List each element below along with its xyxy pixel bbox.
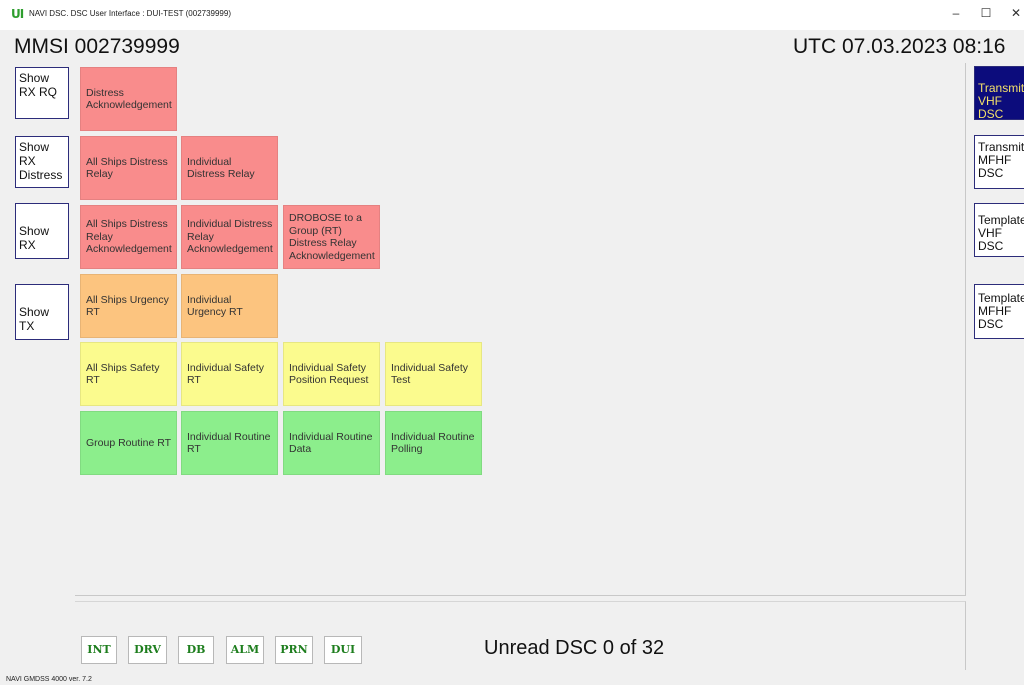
individual-safety-position-tile[interactable]: Individual Safety Position Request <box>283 342 380 406</box>
show-rx-rq-button[interactable]: Show RX RQ <box>15 67 69 119</box>
prn-button[interactable]: PRN <box>275 636 313 664</box>
all-ships-distress-relay-tile[interactable]: All Ships Distress Relay <box>80 136 177 200</box>
app-logo-icon: UI <box>11 7 24 21</box>
tile-label: Individual Safety RT <box>187 361 265 387</box>
tile-label: All Ships Urgency RT <box>86 293 169 319</box>
maximize-icon[interactable]: ☐ <box>976 6 996 20</box>
tile-label: Individual Safety Test <box>391 361 469 387</box>
tile-label: Individual Distress Relay Acknowledgemen… <box>187 218 273 256</box>
group-routine-tile[interactable]: Group Routine RT <box>80 411 177 475</box>
individual-routine-polling-tile[interactable]: Individual Routine Polling <box>385 411 482 475</box>
tile-label: Individual Routine Polling <box>391 430 475 456</box>
utc-clock: UTC 07.03.2023 08:16 <box>793 35 1006 58</box>
close-icon[interactable]: ✕ <box>1006 6 1024 20</box>
header: MMSI 002739999 UTC 07.03.2023 08:16 <box>0 30 1024 64</box>
template-mfhf-dsc-button[interactable]: Template MFHF DSC <box>974 284 1024 339</box>
drv-button[interactable]: DRV <box>128 636 167 664</box>
distress-acknowledgement-tile[interactable]: Distress Acknowledgement <box>80 67 177 131</box>
alm-button[interactable]: ALM <box>226 636 264 664</box>
title-bar: UI NAVI DSC. DSC User Interface : DUI-TE… <box>0 0 1024 30</box>
dui-button[interactable]: DUI <box>324 636 362 664</box>
int-button[interactable]: INT <box>81 636 117 664</box>
individual-safety-tile[interactable]: Individual Safety RT <box>181 342 278 406</box>
mmsi-display: MMSI 002739999 <box>14 35 180 58</box>
tile-label: Distress Acknowledgement <box>86 86 172 112</box>
tile-label: DROBOSE to a Group (RT) Distress Relay A… <box>289 212 375 262</box>
individual-safety-test-tile[interactable]: Individual Safety Test <box>385 342 482 406</box>
show-rx-button[interactable]: Show RX <box>15 203 69 259</box>
all-ships-distress-relay-ack-tile[interactable]: All Ships Distress Relay Acknowledgement <box>80 205 177 269</box>
drobose-group-tile[interactable]: DROBOSE to a Group (RT) Distress Relay A… <box>283 205 380 269</box>
tile-label: Individual Urgency RT <box>187 293 243 319</box>
individual-routine-tile[interactable]: Individual Routine RT <box>181 411 278 475</box>
tile-label: All Ships Distress Relay Acknowledgement <box>86 218 172 256</box>
individual-distress-relay-ack-tile[interactable]: Individual Distress Relay Acknowledgemen… <box>181 205 278 269</box>
unread-dsc-counter: Unread DSC 0 of 32 <box>484 637 665 659</box>
tile-label: Group Routine RT <box>86 436 172 449</box>
tile-label: Individual Safety Position Request <box>289 361 369 387</box>
transmit-vhf-dsc-button[interactable]: Transmit VHF DSC <box>974 66 1024 120</box>
minimize-icon[interactable]: – <box>946 6 966 20</box>
tile-label: Individual Routine Data <box>289 430 373 456</box>
template-vhf-dsc-button[interactable]: Template VHF DSC <box>974 203 1024 257</box>
window-title: NAVI DSC. DSC User Interface : DUI-TEST … <box>29 9 231 18</box>
tile-label: Individual Distress Relay <box>187 155 255 181</box>
version-label: NAVI GMDSS 4000 ver. 7.2 <box>6 676 92 683</box>
tile-label: Individual Routine RT <box>187 430 271 456</box>
tile-label: All Ships Distress Relay <box>86 155 168 181</box>
individual-distress-relay-tile[interactable]: Individual Distress Relay <box>181 136 278 200</box>
individual-routine-data-tile[interactable]: Individual Routine Data <box>283 411 380 475</box>
all-ships-urgency-tile[interactable]: All Ships Urgency RT <box>80 274 177 338</box>
transmit-mfhf-dsc-button[interactable]: Transmit MFHF DSC <box>974 135 1024 189</box>
show-tx-button[interactable]: Show TX <box>15 284 69 340</box>
individual-urgency-tile[interactable]: Individual Urgency RT <box>181 274 278 338</box>
all-ships-safety-tile[interactable]: All Ships Safety RT <box>80 342 177 406</box>
status-bar: NAVI GMDSS 4000 ver. 7.2 <box>0 676 1024 685</box>
tile-label: All Ships Safety RT <box>86 361 160 387</box>
db-button[interactable]: DB <box>178 636 214 664</box>
show-rx-distress-button[interactable]: Show RX Distress <box>15 136 69 188</box>
